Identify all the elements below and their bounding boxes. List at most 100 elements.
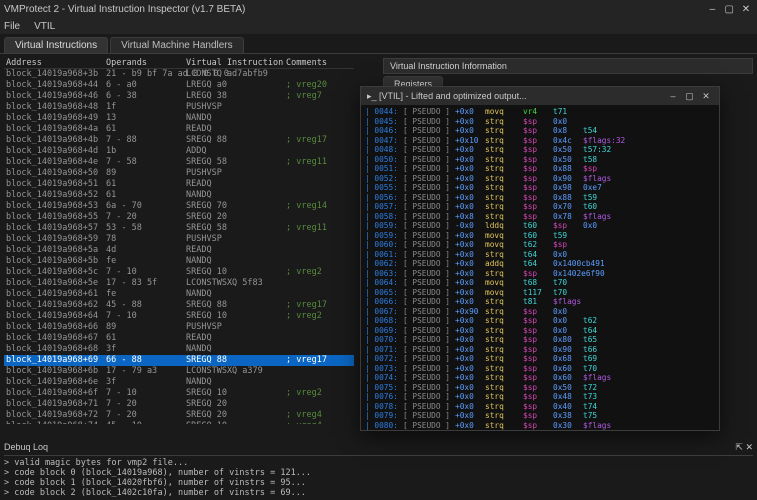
instruction-row[interactable]: block_14019a968+557 - 20SREGQ 20 [4, 212, 354, 223]
instruction-row[interactable]: block_14019a968+4b7 - 88SREGQ 88; vreg17 [4, 135, 354, 146]
undock-icon[interactable]: ⇱ [735, 442, 743, 453]
hdr-operands: Operands [106, 58, 186, 68]
instruction-row[interactable]: block_14019a968+466 - 38LREGQ 38; vreg7 [4, 91, 354, 102]
instruction-row[interactable]: block_14019a968+4913NANDQ [4, 113, 354, 124]
tab-vm-handlers[interactable]: Virtual Machine Handlers [110, 37, 244, 53]
instruction-row[interactable]: block_14019a968+7445 - 10SREGQ 10; vreg4 [4, 421, 354, 424]
instruction-row[interactable]: block_14019a968+446 - a0LREGQ a0; vreg20 [4, 80, 354, 91]
console-row: | 0045:[ PSEUDO ]+0x0strq$sp0x0 [365, 117, 715, 127]
console-row: | 0061:[ PSEUDO ]+0x0strqt640x0 [365, 250, 715, 260]
instructions-panel: Address Operands Virtual Instruction Com… [4, 58, 354, 450]
window-title: VMProtect 2 - Virtual Instruction Inspec… [4, 4, 705, 15]
console-title: [VTIL] - Lifted and optimized output... [379, 91, 666, 101]
instruction-row[interactable]: block_14019a968+5c7 - 10SREGQ 10; vreg2 [4, 267, 354, 278]
debug-log: Debuq Loq ⇱ ✕ > valid magic bytes for vm… [4, 442, 753, 496]
debug-line: > code block 1 (block_14020fbf6), number… [4, 478, 753, 488]
instruction-row[interactable]: block_14019a968+6b17 - 79 a3LCONSTWSXQ a… [4, 366, 354, 377]
menubar: File VTIL [0, 18, 757, 34]
tab-virtual-instructions[interactable]: Virtual Instructions [4, 37, 108, 53]
hdr-vinstr: Virtual Instruction [186, 58, 286, 68]
instruction-row[interactable]: block_14019a968+5a4dREADQ [4, 245, 354, 256]
instruction-row[interactable]: block_14019a968+647 - 10SREGQ 10; vreg2 [4, 311, 354, 322]
instruction-row[interactable]: block_14019a968+6245 - 88SREGQ 88; vreg1… [4, 300, 354, 311]
console-row: | 0072:[ PSEUDO ]+0x0strq$sp0x68t69 [365, 354, 715, 364]
instruction-row[interactable]: block_14019a968+5978PUSHVSP [4, 234, 354, 245]
vtil-console: ▸_ [VTIL] - Lifted and optimized output.… [360, 86, 720, 431]
console-row: | 0080:[ PSEUDO ]+0x0strq$sp0x30$flags [365, 421, 715, 431]
close-icon[interactable]: ✕ [745, 442, 753, 453]
instruction-row[interactable]: block_14019a968+6966 - 88SREGQ 88; vreg1… [4, 355, 354, 366]
debug-header: Debuq Loq [4, 442, 735, 453]
console-titlebar[interactable]: ▸_ [VTIL] - Lifted and optimized output.… [361, 87, 719, 105]
instruction-row[interactable]: block_14019a968+61feNANDQ [4, 289, 354, 300]
debug-line: > code block 0 (block_14019a968), number… [4, 468, 753, 478]
console-row: | 0071:[ PSEUDO ]+0x0strq$sp0x90t66 [365, 345, 715, 355]
maximize-icon[interactable]: ▢ [722, 4, 736, 15]
console-row: | 0059:[ PSEUDO ]+0x0movqt60t59 [365, 231, 715, 241]
instruction-row[interactable]: block_14019a968+6e3fNANDQ [4, 377, 354, 388]
instruction-row[interactable]: block_14019a968+4d1bADDQ [4, 146, 354, 157]
console-row: | 0048:[ PSEUDO ]+0x0strq$sp0x50t57:32 [365, 145, 715, 155]
instruction-row[interactable]: block_14019a968+536a - 70SREGQ 70; vreg1… [4, 201, 354, 212]
instruction-row[interactable]: block_14019a968+3b21 - b9 bf 7a ad 0 0 0… [4, 69, 354, 80]
console-row: | 0060:[ PSEUDO ]+0x0movqt62$sp [365, 240, 715, 250]
instruction-row[interactable]: block_14019a968+5bfeNANDQ [4, 256, 354, 267]
window-buttons: – ▢ ✕ [705, 4, 753, 15]
debug-line: > code block 2 (block_1402c10fa), number… [4, 488, 753, 498]
console-row: | 0050:[ PSEUDO ]+0x0strq$sp0x50t58 [365, 155, 715, 165]
instruction-row[interactable]: block_14019a968+4e7 - 58SREGQ 58; vreg11 [4, 157, 354, 168]
console-row: | 0057:[ PSEUDO ]+0x0strq$sp0x70t60 [365, 202, 715, 212]
debug-body: > valid magic bytes for vmp2 file...> co… [4, 456, 753, 498]
instruction-row[interactable]: block_14019a968+6761READQ [4, 333, 354, 344]
console-body[interactable]: | 0044:[ PSEUDO ]+0x0movqvr4t71| 0045:[ … [361, 105, 719, 430]
menu-file[interactable]: File [4, 21, 20, 32]
console-row: | 0073:[ PSEUDO ]+0x0strq$sp0x60t70 [365, 364, 715, 374]
hdr-address: Address [6, 58, 106, 68]
instruction-row[interactable]: block_14019a968+481fPUSHVSP [4, 102, 354, 113]
console-row: | 0056:[ PSEUDO ]+0x0strq$sp0x88t59 [365, 193, 715, 203]
console-row: | 0063:[ PSEUDO ]+0x0strq$sp0x1402e6f90 [365, 269, 715, 279]
terminal-icon: ▸_ [367, 91, 377, 102]
console-row: | 0068:[ PSEUDO ]+0x0strq$sp0x0t62 [365, 316, 715, 326]
console-row: | 0065:[ PSEUDO ]+0x0movqt117t70 [365, 288, 715, 298]
close-icon[interactable]: ✕ [739, 4, 753, 15]
workspace: Address Operands Virtual Instruction Com… [0, 54, 757, 454]
instruction-row[interactable]: block_14019a968+683fNANDQ [4, 344, 354, 355]
console-row: | 0069:[ PSEUDO ]+0x0strq$sp0x0t64 [365, 326, 715, 336]
console-row: | 0046:[ PSEUDO ]+0x0strq$sp0x8t54 [365, 126, 715, 136]
instruction-row[interactable]: block_14019a968+727 - 20SREGQ 20; vreg4 [4, 410, 354, 421]
console-close-icon[interactable]: ✕ [699, 91, 713, 102]
debug-line: > valid magic bytes for vmp2 file... [4, 458, 753, 468]
main-tabs: Virtual Instructions Virtual Machine Han… [0, 34, 757, 54]
instruction-row[interactable]: block_14019a968+4a61READQ [4, 124, 354, 135]
instruction-row[interactable]: block_14019a968+6f7 - 10SREGQ 10; vreg2 [4, 388, 354, 399]
console-row: | 0062:[ PSEUDO ]+0x0addqt640x1400cb491 [365, 259, 715, 269]
console-row: | 0070:[ PSEUDO ]+0x0strq$sp0x80t65 [365, 335, 715, 345]
console-row: | 0064:[ PSEUDO ]+0x0movqt68t70 [365, 278, 715, 288]
minimize-icon[interactable]: – [705, 4, 719, 15]
console-row: | 0074:[ PSEUDO ]+0x0strq$sp0x60$flags [365, 373, 715, 383]
instruction-row[interactable]: block_14019a968+5089PUSHVSP [4, 168, 354, 179]
console-minimize-icon[interactable]: – [666, 91, 680, 101]
console-row: | 0059:[ PSEUDO ]-0x0lddqt60$sp0x0 [365, 221, 715, 231]
instruction-row[interactable]: block_14019a968+6689PUSHVSP [4, 322, 354, 333]
console-maximize-icon[interactable]: ▢ [682, 91, 696, 102]
instruction-row[interactable]: block_14019a968+5753 - 58SREGQ 58; vreg1… [4, 223, 354, 234]
titlebar: VMProtect 2 - Virtual Instruction Inspec… [0, 0, 757, 18]
console-row: | 0066:[ PSEUDO ]+0x0strqt81$flags [365, 297, 715, 307]
info-tab[interactable]: Virtual Instruction Information [383, 58, 753, 74]
instruction-row[interactable]: block_14019a968+5e17 - 83 5fLCONSTWSXQ 5… [4, 278, 354, 289]
console-row: | 0051:[ PSEUDO ]+0x0strq$sp0x88$sp [365, 164, 715, 174]
hdr-comments: Comments [286, 58, 346, 68]
instruction-row[interactable]: block_14019a968+5261NANDQ [4, 190, 354, 201]
instruction-row[interactable]: block_14019a968+717 - 20SREGQ 20 [4, 399, 354, 410]
instruction-row[interactable]: block_14019a968+5161READQ [4, 179, 354, 190]
console-row: | 0078:[ PSEUDO ]+0x0strq$sp0x40t74 [365, 402, 715, 412]
console-row: | 0079:[ PSEUDO ]+0x0strq$sp0x38t75 [365, 411, 715, 421]
console-row: | 0052:[ PSEUDO ]+0x0strq$sp0x90$flags [365, 174, 715, 184]
console-row: | 0044:[ PSEUDO ]+0x0movqvr4t71 [365, 107, 715, 117]
menu-vtil[interactable]: VTIL [34, 21, 55, 32]
console-row: | 0055:[ PSEUDO ]+0x0strq$sp0x980xe7 [365, 183, 715, 193]
instructions-list[interactable]: block_14019a968+3b21 - b9 bf 7a ad 0 0 0… [4, 69, 354, 424]
console-row: | 0075:[ PSEUDO ]+0x0strq$sp0x50t72 [365, 383, 715, 393]
